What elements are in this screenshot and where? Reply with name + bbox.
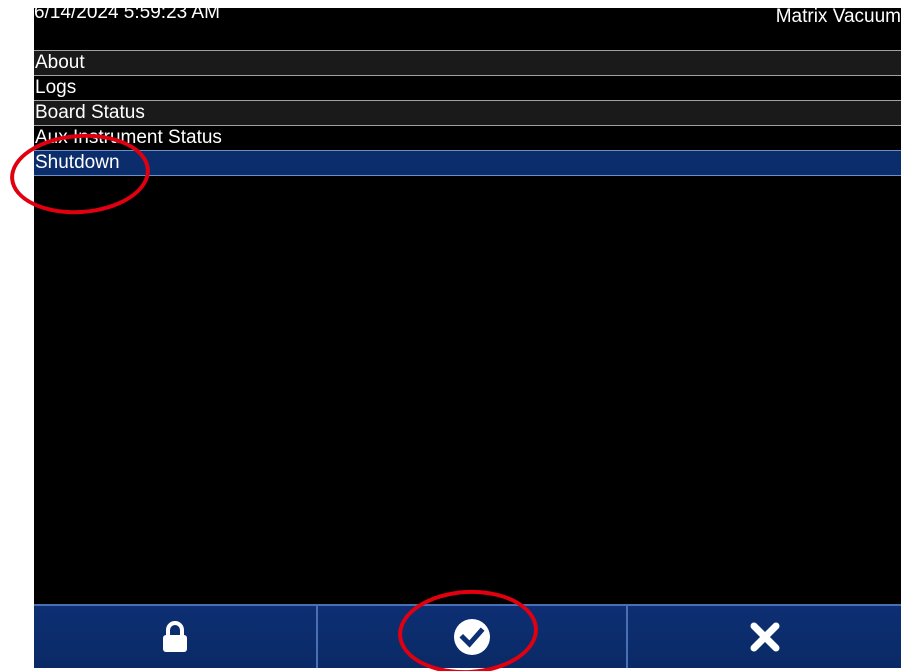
- close-icon: [750, 622, 779, 652]
- device-screen: 6/14/2024 5:59:23 AM Matrix Vacuum About…: [34, 2, 901, 668]
- menu-item-shutdown[interactable]: Shutdown: [34, 150, 901, 176]
- lock-icon: [163, 621, 187, 652]
- timestamp: 6/14/2024 5:59:23 AM: [34, 2, 220, 23]
- menu-item-label: Aux Instrument Status: [35, 127, 222, 148]
- menu-item-about[interactable]: About: [34, 50, 901, 75]
- menu-item-aux-instrument-status[interactable]: Aux Instrument Status: [34, 125, 901, 150]
- menu-item-label: Logs: [35, 77, 77, 98]
- check-circle-icon: [454, 619, 490, 655]
- menu-list: About Logs Board Status Aux Instrument S…: [34, 50, 901, 176]
- header-bar: 6/14/2024 5:59:23 AM Matrix Vacuum: [34, 2, 901, 50]
- lock-button[interactable]: [34, 604, 316, 668]
- menu-item-label: Board Status: [35, 102, 145, 123]
- menu-item-label: About: [35, 52, 85, 73]
- cancel-button[interactable]: [626, 604, 901, 668]
- menu-item-board-status[interactable]: Board Status: [34, 100, 901, 125]
- menu-item-logs[interactable]: Logs: [34, 75, 901, 100]
- menu-item-label: Shutdown: [35, 152, 120, 173]
- app-title: Matrix Vacuum: [775, 6, 901, 27]
- confirm-button[interactable]: [316, 604, 626, 668]
- screenshot-root: 6/14/2024 5:59:23 AM Matrix Vacuum About…: [0, 0, 901, 671]
- bottom-toolbar: [34, 604, 901, 668]
